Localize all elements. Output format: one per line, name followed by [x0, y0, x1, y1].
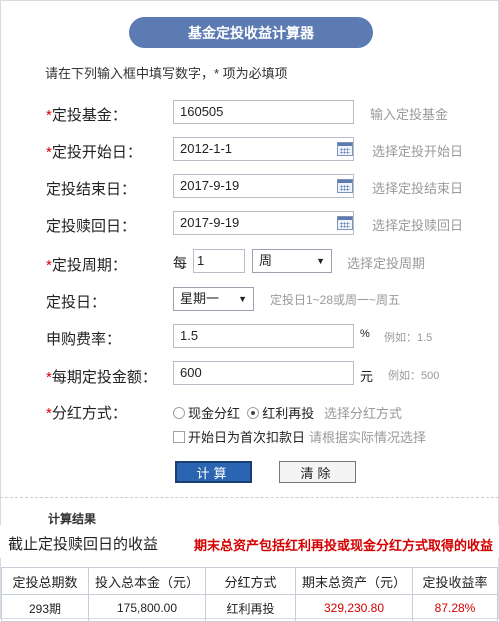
invest-day-select[interactable]: 星期一 ▼	[173, 287, 254, 311]
calendar-icon[interactable]	[337, 216, 353, 230]
page-title: 基金定投收益计算器	[129, 17, 373, 48]
first-day-label: 开始日为首次扣款日	[188, 430, 306, 445]
dividend-reinvest-option[interactable]: 红利再投	[247, 406, 314, 421]
column-header: 期末总资产（元）	[295, 567, 413, 595]
table-header-row: 定投总期数 投入总本金（元） 分红方式 期末总资产（元） 定投收益率	[1, 567, 498, 595]
amount-unit: 元	[360, 369, 374, 384]
fund-hint: 输入定投基金	[370, 107, 449, 122]
period-label: *定投周期：	[46, 257, 127, 274]
period-unit-select[interactable]: 周 ▼	[252, 249, 332, 273]
start-date-label: *定投开始日：	[46, 144, 142, 161]
checkbox-icon	[173, 431, 185, 443]
fund-input[interactable]: 160505	[173, 100, 354, 124]
total-principal-cell: 175,800.00	[88, 594, 206, 622]
result-summary-label: 截止定投赎回日的收益	[8, 536, 159, 553]
dividend-cash-option[interactable]: 现金分红	[173, 406, 240, 421]
period-unit-value: 周	[259, 253, 273, 268]
start-date-hint: 选择定投开始日	[372, 144, 464, 159]
final-assets-cell: 329,230.80	[295, 594, 413, 622]
fee-input[interactable]: 1.5	[173, 324, 354, 348]
fee-hint: 例如：1.5	[384, 332, 433, 344]
calendar-icon[interactable]	[337, 179, 353, 193]
dividend-label: *分红方式：	[46, 405, 127, 422]
radio-icon	[173, 407, 185, 419]
amount-hint: 例如：500	[388, 370, 440, 382]
intro-text: 请在下列输入框中填写数字，* 项为必填项	[45, 66, 288, 81]
amount-input[interactable]: 600	[173, 361, 354, 385]
calendar-icon[interactable]	[337, 142, 353, 156]
total-periods-cell: 293期	[1, 594, 89, 622]
result-note: 期末总资产包括红利再投或现金分红方式取得的收益	[193, 538, 493, 553]
period-count-input[interactable]: 1	[193, 249, 245, 273]
period-prefix: 每	[173, 255, 187, 271]
dropdown-arrow-icon: ▼	[316, 256, 325, 266]
invest-day-label: 定投日：	[46, 294, 107, 311]
dropdown-arrow-icon: ▼	[238, 294, 247, 304]
table-row: 293期 175,800.00 红利再投 329,230.80 87.28%	[1, 594, 498, 622]
dividend-options: 现金分红 红利再投	[173, 403, 314, 422]
end-date-label: 定投结束日：	[46, 181, 137, 198]
end-date-input[interactable]: 2017-9-19	[173, 174, 354, 198]
fee-unit: %	[360, 328, 370, 340]
redeem-date-label: 定投赎回日：	[46, 218, 137, 235]
invest-day-value: 星期一	[180, 291, 220, 306]
radio-selected-icon	[247, 407, 260, 419]
calculate-button[interactable]: 计算	[175, 461, 252, 483]
column-header: 投入总本金（元）	[88, 567, 206, 595]
end-date-hint: 选择定投结束日	[372, 181, 464, 196]
divider	[0, 497, 499, 498]
return-rate-cell: 87.28%	[412, 594, 498, 622]
clear-button[interactable]: 清除	[279, 461, 356, 483]
fee-label: 申购费率：	[46, 331, 122, 348]
fund-label: *定投基金：	[46, 107, 127, 124]
redeem-date-input[interactable]: 2017-9-19	[173, 211, 354, 235]
column-header: 定投收益率	[412, 567, 498, 595]
redeem-date-hint: 选择定投赎回日	[372, 218, 464, 233]
dividend-method-cell: 红利再投	[205, 594, 296, 622]
column-header: 分红方式	[205, 567, 296, 595]
amount-label: *每期定投金额：	[46, 369, 157, 386]
column-header: 定投总期数	[1, 567, 89, 595]
result-table: 定投总期数 投入总本金（元） 分红方式 期末总资产（元） 定投收益率 293期 …	[1, 567, 498, 622]
invest-day-hint: 定投日1~28或周一~周五	[270, 293, 401, 307]
first-day-checkbox[interactable]: 开始日为首次扣款日	[173, 427, 305, 446]
period-hint: 选择定投周期	[347, 256, 426, 271]
start-date-input[interactable]: 2012-1-1	[173, 137, 354, 161]
first-day-hint: 请根据实际情况选择	[309, 430, 427, 445]
dividend-hint: 选择分红方式	[324, 406, 403, 421]
